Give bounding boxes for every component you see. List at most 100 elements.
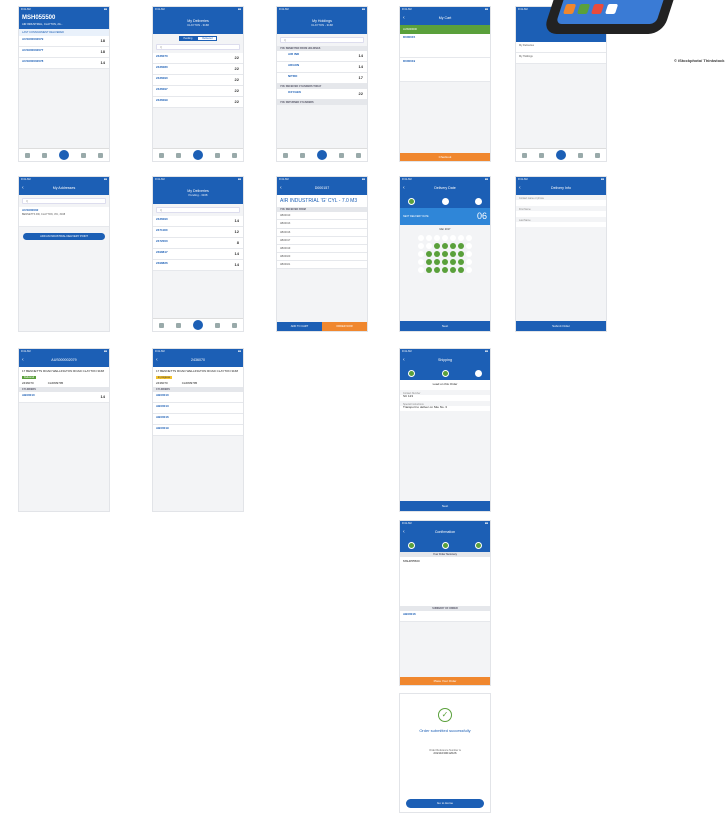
tab-bar	[19, 148, 109, 161]
segment-control: Pending Delivered	[153, 36, 243, 41]
screen-product: 9:41 AM ■■ ‹ D000157 AIR INDUSTRIAL 'G' CY…	[276, 176, 368, 332]
order-now-button[interactable]: ORDER NOW	[322, 322, 367, 331]
next-button[interactable]: Next	[400, 501, 490, 511]
checkmark-icon: ✓	[438, 708, 452, 722]
progress-steps	[400, 539, 490, 552]
header: My Deliveries Pending - 3168	[153, 182, 243, 204]
cart-band: AUS000000	[400, 25, 490, 35]
add-to-cart-button[interactable]: ADD TO CART	[277, 322, 322, 331]
status-badge: Delivered	[22, 375, 37, 379]
list-item: AB00010	[277, 212, 367, 221]
search-input[interactable]: Q	[156, 207, 240, 213]
instructions-field[interactable]: Transport to deliver on Site No. 3	[400, 405, 490, 412]
go-home-button[interactable]: Go to Home	[406, 799, 484, 808]
list-item[interactable]: 2436099 22	[153, 97, 243, 108]
screen-delivery-info: 9:41 AM ■■ ‹ Delivery Info Contact name or…	[515, 176, 607, 332]
menu-item[interactable]: My Holdings	[516, 53, 606, 64]
back-icon[interactable]: ‹	[403, 357, 405, 363]
place-order-button[interactable]: Place Your Order	[400, 677, 490, 685]
more-icon[interactable]	[98, 152, 103, 158]
list-item: AB00013	[153, 403, 243, 415]
back-icon[interactable]: ‹	[403, 185, 405, 191]
header: ‹ My Cart	[400, 12, 490, 25]
header: ‹ Delivery Date	[400, 182, 490, 195]
header: ‹ D000157	[277, 182, 367, 195]
date-band: NEXT DELIVERY DATE 06	[400, 208, 490, 226]
list-item[interactable]: 2436080 22	[153, 64, 243, 75]
search-input[interactable]: Q	[156, 44, 240, 50]
back-icon[interactable]: ‹	[519, 185, 521, 191]
header: ‹ My Addresses	[19, 182, 109, 195]
info-band: LAST CONSIGNMENT DELIVERED	[19, 28, 109, 36]
search-input[interactable]: Q	[22, 198, 106, 204]
list-item[interactable]: 2436070 22	[153, 53, 243, 64]
product-actions: ADD TO CART ORDER NOW	[277, 322, 367, 331]
deliveries-icon[interactable]	[42, 152, 47, 158]
last-name-field[interactable]	[516, 221, 606, 228]
screen-deliveries: 9:41 AM ■■ My Deliveries CLAYTON - 3168 Pe…	[152, 6, 244, 162]
header: ‹ Delivery Info	[516, 182, 606, 195]
list-item[interactable]: 2436097 22	[153, 86, 243, 97]
list-item: AB00019	[153, 425, 243, 437]
list-item: AB00017	[277, 236, 367, 245]
tab-bar	[516, 148, 606, 161]
list-item: AB00021	[277, 261, 367, 270]
list-item: AB00016	[277, 228, 367, 237]
header: My Holdings CLAYTON - 3168	[277, 12, 367, 34]
list-item[interactable]: ARGON 14	[277, 62, 367, 73]
screen-home: 9:41 AM ■■ MSH055500 AIR INDUSTRIAL, CLAY…	[18, 6, 110, 162]
home-hero: MSH055500 AIR INDUSTRIAL, CLAYTON, 2G...	[19, 12, 109, 29]
next-button[interactable]: Next	[400, 321, 490, 331]
list-item[interactable]: 2472000 8	[153, 238, 243, 249]
order-reference: 20211030012026	[433, 751, 457, 756]
list-item[interactable]: 2498817 14	[153, 249, 243, 260]
screen-addresses: 9:41 AM ■■ ‹ My Addresses Q AUS000002 BENNE…	[18, 176, 110, 332]
app-icon	[590, 4, 605, 14]
back-icon[interactable]: ‹	[22, 185, 24, 191]
progress-steps	[400, 367, 490, 380]
calendar-grid	[400, 235, 490, 274]
menu-item[interactable]: My Deliveries	[516, 42, 606, 53]
list-item[interactable]: 2436090 14	[153, 216, 243, 227]
list-item: AB00013	[277, 220, 367, 229]
address-item[interactable]: AUS000002 BENNETTS RD, CLAYTON, VIC, 3168	[19, 207, 109, 227]
cart-item[interactable]: D000019	[400, 58, 490, 83]
screen-deliveries-pending: 9:41 AM ■■ My Deliveries Pending - 3168 Q …	[152, 176, 244, 332]
list-item[interactable]: AUS000002078 14	[19, 57, 109, 69]
holdings-icon[interactable]	[81, 152, 86, 158]
list-item[interactable]: 2498826 14	[153, 260, 243, 271]
list-item[interactable]: AUS000002079 18	[19, 35, 109, 47]
product-name: AIR INDUSTRIAL 'G' CYL - 7.0 M3	[277, 195, 367, 208]
back-icon[interactable]: ‹	[280, 185, 282, 191]
add-delivery-point-button[interactable]: ADD AN INDUSTRIAL DELIVERY POINT	[23, 233, 105, 240]
progress-steps	[400, 195, 490, 208]
app-icon	[576, 4, 591, 14]
status-badge: In progress	[156, 375, 172, 379]
home-icon[interactable]	[25, 152, 30, 158]
list-item: AB00020	[277, 252, 367, 261]
back-icon[interactable]: ‹	[22, 357, 24, 363]
order-icon[interactable]	[59, 150, 69, 160]
list-item[interactable]: AIR IND 14	[277, 51, 367, 62]
submit-order-button[interactable]: Submit Order	[516, 321, 606, 331]
screen-detail-progress: 9:41 AM ■■ ‹ 2436070 17 BENNETTS ROAD WELL…	[152, 348, 244, 512]
account-code: MSH055500	[22, 15, 56, 21]
list-item[interactable]: NITRO 17	[277, 73, 367, 84]
list-item: AB00016	[153, 414, 243, 426]
back-icon[interactable]: ‹	[403, 529, 405, 535]
screen-success: ✓ Order submitted successfully Order Ref…	[399, 693, 491, 813]
account-subtitle: AIR INDUSTRIAL, CLAYTON, 2G...	[22, 22, 63, 26]
screen-cart: 9:41 AM ■■ ‹ My Cart AUS000000 D000015 D00…	[399, 6, 491, 162]
list-item: AB00016	[400, 610, 490, 622]
back-icon[interactable]: ‹	[403, 15, 405, 21]
list-item[interactable]: 2471180 12	[153, 227, 243, 238]
checkout-button[interactable]: Checkout	[400, 153, 490, 161]
screens-canvas: 9:41 AM ■■ MSH055500 AIR INDUSTRIAL, CLAY…	[0, 0, 727, 815]
cart-item[interactable]: D000015	[400, 34, 490, 59]
tab-bar	[153, 148, 243, 161]
list-item[interactable]: AUS000002077 18	[19, 46, 109, 58]
list-item[interactable]: OXYGEN 22	[277, 89, 367, 100]
search-input[interactable]: Q	[280, 37, 364, 43]
list-item[interactable]: 2436090 22	[153, 75, 243, 86]
back-icon[interactable]: ‹	[156, 357, 158, 363]
